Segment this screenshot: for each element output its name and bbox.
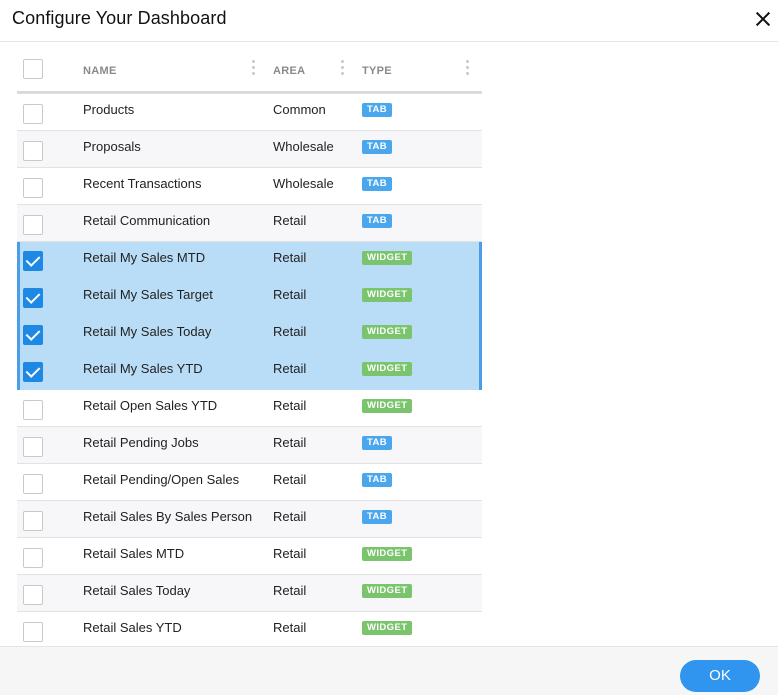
row-checkbox[interactable] <box>23 251 43 271</box>
row-area: Wholesale <box>273 176 334 191</box>
row-checkbox[interactable] <box>23 288 43 308</box>
dialog-title: Configure Your Dashboard <box>12 8 227 28</box>
row-area: Retail <box>273 620 307 635</box>
row-area: Retail <box>273 398 307 413</box>
table-row[interactable]: Proposals Wholesale TAB <box>17 131 482 168</box>
row-checkbox[interactable] <box>23 178 43 198</box>
dialog-header: Configure Your Dashboard <box>0 0 778 42</box>
row-name: Retail Sales YTD <box>83 620 182 635</box>
row-area: Retail <box>273 472 307 487</box>
type-badge: WIDGET <box>362 251 413 265</box>
row-area: Retail <box>273 509 307 524</box>
ok-button[interactable]: OK <box>680 660 760 692</box>
row-name: Retail Pending Jobs <box>83 435 199 450</box>
type-badge: TAB <box>362 177 393 191</box>
type-badge: WIDGET <box>362 621 413 635</box>
row-area: Retail <box>273 250 307 265</box>
configure-dashboard-dialog: Configure Your Dashboard NAME AREA TYPE … <box>0 0 778 695</box>
row-name: Products <box>83 102 135 117</box>
column-menu-type-kebab-icon[interactable] <box>466 60 470 78</box>
type-badge: TAB <box>362 436 393 450</box>
row-checkbox[interactable] <box>23 622 43 642</box>
type-badge: TAB <box>362 103 393 117</box>
row-name: Recent Transactions <box>83 176 202 191</box>
column-header-type[interactable]: TYPE <box>362 65 392 77</box>
row-name: Retail Sales By Sales Person <box>83 509 253 524</box>
row-area: Retail <box>273 361 307 376</box>
column-menu-name-kebab-icon[interactable] <box>252 60 256 78</box>
table-row[interactable]: Retail Pending/Open Sales Retail TAB <box>17 464 482 501</box>
row-area: Retail <box>273 213 307 228</box>
row-name: Retail My Sales YTD <box>83 361 203 376</box>
row-area: Retail <box>273 324 307 339</box>
row-name: Proposals <box>83 139 141 154</box>
table-row[interactable]: Retail Communication Retail TAB <box>17 205 482 242</box>
row-name: Retail My Sales MTD <box>83 250 206 265</box>
table-row[interactable]: Retail Sales Today Retail WIDGET <box>17 575 482 612</box>
select-all-checkbox[interactable] <box>23 59 43 79</box>
row-name: Retail Open Sales YTD <box>83 398 218 413</box>
column-menu-area-kebab-icon[interactable] <box>341 60 345 78</box>
row-checkbox[interactable] <box>23 215 43 235</box>
type-badge: WIDGET <box>362 399 413 413</box>
row-checkbox[interactable] <box>23 104 43 124</box>
row-area: Common <box>273 102 326 117</box>
type-badge: TAB <box>362 473 393 487</box>
table-body: Products Common TAB Proposals Wholesale TAB Re… <box>17 93 482 649</box>
row-checkbox[interactable] <box>23 362 43 382</box>
table-row[interactable]: Retail Pending Jobs Retail TAB <box>17 427 482 464</box>
row-checkbox[interactable] <box>23 511 43 531</box>
type-badge: WIDGET <box>362 325 413 339</box>
row-name: Retail My Sales Target <box>83 287 213 302</box>
type-badge: TAB <box>362 214 393 228</box>
type-badge: WIDGET <box>362 584 413 598</box>
table-row[interactable]: Retail Sales MTD Retail WIDGET <box>17 538 482 575</box>
table-row[interactable]: Retail My Sales Target Retail WIDGET <box>17 279 482 316</box>
type-badge: WIDGET <box>362 362 413 376</box>
table-row[interactable]: Products Common TAB <box>17 94 482 131</box>
row-area: Wholesale <box>273 139 334 154</box>
row-area: Retail <box>273 435 307 450</box>
column-header-area[interactable]: AREA <box>273 65 305 77</box>
table-row[interactable]: Retail My Sales MTD Retail WIDGET <box>17 242 482 279</box>
row-name: Retail Communication <box>83 213 211 228</box>
row-checkbox[interactable] <box>23 585 43 605</box>
type-badge: WIDGET <box>362 288 413 302</box>
dashboard-items-table: NAME AREA TYPE Products Common TAB Proposal… <box>17 49 482 649</box>
table-row[interactable]: Retail Open Sales YTD Retail WIDGET <box>17 390 482 427</box>
table-row[interactable]: Retail Sales By Sales Person Retail TAB <box>17 501 482 538</box>
row-name: Retail Sales Today <box>83 583 191 598</box>
type-badge: WIDGET <box>362 547 413 561</box>
row-checkbox[interactable] <box>23 474 43 494</box>
table-header: NAME AREA TYPE <box>17 49 482 93</box>
row-name: Retail Pending/Open Sales <box>83 472 240 487</box>
type-badge: TAB <box>362 510 393 524</box>
table-row[interactable]: Retail My Sales YTD Retail WIDGET <box>17 353 482 390</box>
table-row[interactable]: Retail My Sales Today Retail WIDGET <box>17 316 482 353</box>
row-area: Retail <box>273 287 307 302</box>
row-checkbox[interactable] <box>23 325 43 345</box>
row-area: Retail <box>273 546 307 561</box>
row-checkbox[interactable] <box>23 400 43 420</box>
row-checkbox[interactable] <box>23 141 43 161</box>
row-name: Retail Sales MTD <box>83 546 185 561</box>
type-badge: TAB <box>362 140 393 154</box>
row-name: Retail My Sales Today <box>83 324 212 339</box>
row-checkbox[interactable] <box>23 437 43 457</box>
close-icon[interactable] <box>752 8 774 30</box>
dialog-footer: OK <box>0 646 778 695</box>
table-row[interactable]: Retail Sales YTD Retail WIDGET <box>17 612 482 649</box>
row-area: Retail <box>273 583 307 598</box>
table-row[interactable]: Recent Transactions Wholesale TAB <box>17 168 482 205</box>
column-header-name[interactable]: NAME <box>83 65 117 77</box>
row-checkbox[interactable] <box>23 548 43 568</box>
